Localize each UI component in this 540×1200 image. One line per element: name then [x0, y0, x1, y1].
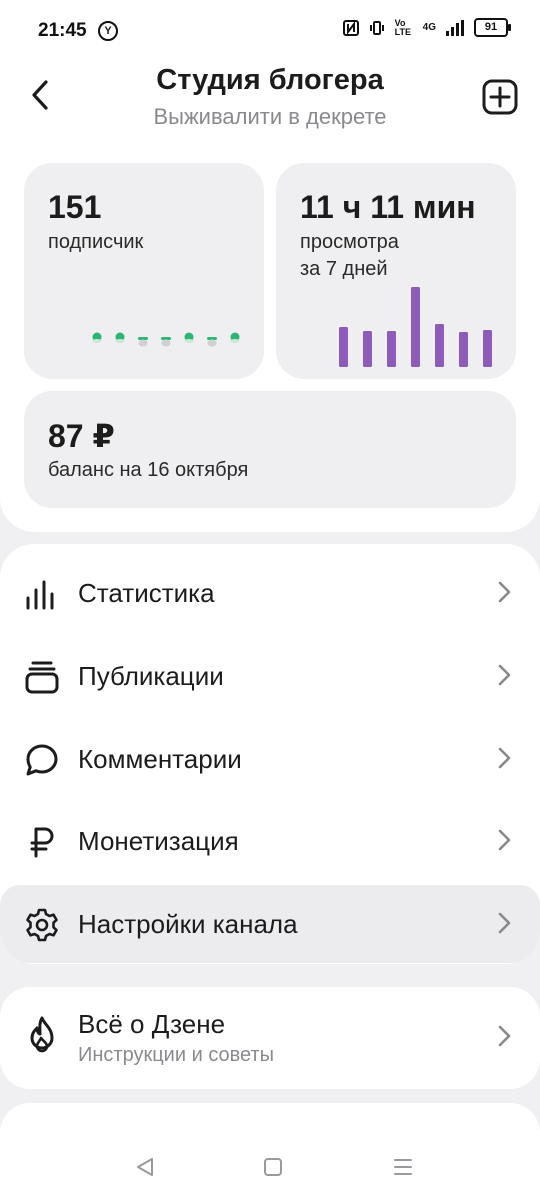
chevron-right-icon — [498, 1025, 511, 1047]
gear-icon — [26, 908, 58, 942]
balance-card[interactable]: 87 ₽ баланс на 16 октября — [24, 391, 516, 508]
menu-item-monetization[interactable]: Монетизация — [0, 802, 540, 880]
subscribers-card[interactable]: 151 подписчик — [24, 163, 264, 379]
balance-label: баланс на 16 октября — [48, 459, 249, 481]
status-time: 21:45 — [38, 20, 87, 41]
chevron-right-icon — [498, 581, 511, 603]
views-card[interactable]: 11 ч 11 мин просмотра за 7 дней — [276, 163, 516, 379]
system-nav-bar — [0, 1145, 540, 1189]
vibrate-icon — [369, 20, 384, 35]
page-subtitle: Выживалити в декрете — [153, 104, 387, 129]
add-post-icon[interactable] — [482, 79, 518, 115]
views-bar — [411, 287, 420, 367]
about-zen-card[interactable]: Всё о Дзене Инструкции и советы — [0, 987, 540, 1089]
menu-item-label: Статистика — [78, 578, 215, 608]
trend-point — [207, 337, 217, 347]
home-icon[interactable] — [262, 1156, 284, 1178]
stack-icon — [25, 661, 59, 694]
bar-chart-icon — [26, 580, 54, 610]
volte-indicator: Vo LTE — [394, 17, 411, 37]
status-bar: 21:45 Y Vo LTE 4G 91 — [0, 0, 540, 62]
views-bar — [435, 324, 444, 367]
trend-point — [115, 332, 125, 343]
flame-icon — [30, 1016, 54, 1053]
about-title: Всё о Дзене — [78, 1009, 226, 1039]
comment-icon — [26, 744, 58, 776]
views-bar — [339, 327, 348, 367]
menu-item-label: Настройки канала — [78, 909, 298, 939]
signal-icon — [446, 19, 464, 36]
views-bar — [363, 331, 372, 367]
views-bar — [483, 330, 492, 367]
trend-point — [230, 332, 240, 343]
menu-item-label: Комментарии — [78, 744, 242, 774]
nfc-icon — [342, 19, 359, 36]
yandex-status-icon: Y — [98, 21, 118, 41]
views-bar — [387, 331, 396, 367]
menu-item-publications[interactable]: Публикации — [0, 637, 540, 715]
trend-point — [161, 337, 171, 347]
trend-point — [138, 337, 148, 347]
network-indicator: 4G — [422, 22, 436, 33]
trend-point — [184, 332, 194, 343]
menu-item-comments[interactable]: Комментарии — [0, 720, 540, 798]
recents-icon[interactable] — [392, 1156, 414, 1178]
about-subtitle: Инструкции и советы — [78, 1044, 275, 1066]
back-icon[interactable] — [133, 1155, 157, 1179]
menu-item-channel-settings[interactable]: Настройки канала — [0, 885, 540, 963]
ruble-icon — [30, 827, 54, 858]
battery-indicator: 91 — [474, 18, 511, 37]
subscribers-trend-chart — [92, 332, 240, 347]
menu-item-statistics[interactable]: Статистика — [0, 554, 540, 632]
chevron-right-icon — [498, 829, 511, 851]
status-icons: Vo LTE 4G 91 — [342, 17, 511, 37]
chevron-right-icon — [498, 747, 511, 769]
studio-menu: Статистика Публикации Комментарии Монети… — [0, 544, 540, 964]
chevron-right-icon — [498, 664, 511, 686]
menu-item-label: Публикации — [78, 661, 224, 691]
balance-value: 87 ₽ — [48, 418, 115, 454]
menu-item-label: Монетизация — [78, 826, 239, 856]
chevron-right-icon — [498, 912, 511, 934]
views-bar-chart — [339, 287, 492, 367]
trend-point — [92, 332, 102, 343]
page-title: Студия блогера — [156, 64, 384, 96]
top-panel: 21:45 Y Vo LTE 4G 91 Студия блогера Выжи… — [0, 0, 540, 532]
views-bar — [459, 332, 468, 367]
